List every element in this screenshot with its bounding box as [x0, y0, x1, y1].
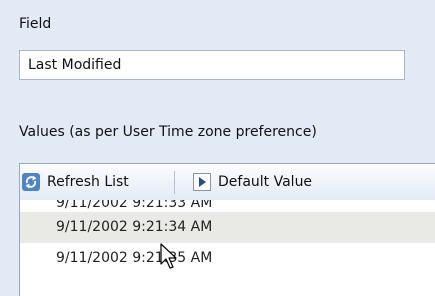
list-item[interactable]: 9/11/2002 9:21:33 AM [20, 200, 435, 212]
refresh-icon [22, 173, 40, 191]
field-label: Field [19, 16, 52, 32]
field-input[interactable]: Last Modified [19, 50, 405, 80]
values-list: 9/11/2002 9:21:33 AM 9/11/2002 9:21:34 A… [20, 200, 435, 274]
refresh-list-button[interactable]: Refresh List [21, 164, 129, 200]
values-label: Values (as per User Time zone preference… [19, 124, 317, 140]
refresh-list-label: Refresh List [47, 174, 129, 190]
list-item[interactable]: 9/11/2002 9:21:35 AM [20, 243, 435, 274]
default-value-label: Default Value [218, 174, 313, 190]
list-item[interactable]: 9/11/2002 9:21:34 AM [20, 212, 435, 243]
default-value-button[interactable]: Default Value [192, 164, 312, 200]
list-toolbar: Refresh List Default Value [20, 164, 435, 200]
values-list-panel: Refresh List Default Value 9/11/2002 9:2… [19, 163, 435, 296]
toolbar-separator [174, 171, 175, 194]
play-arrow-icon [193, 173, 211, 191]
